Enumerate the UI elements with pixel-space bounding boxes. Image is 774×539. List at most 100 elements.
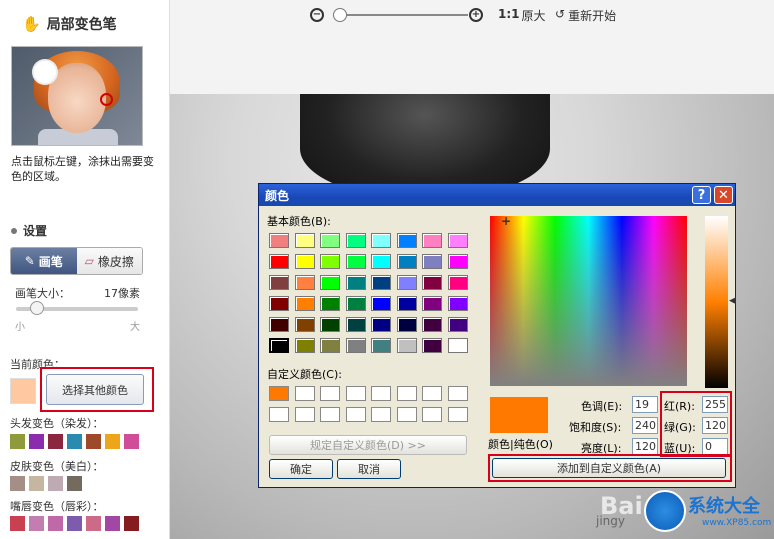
- basic-color-swatch[interactable]: [345, 275, 366, 290]
- zoom-out-icon[interactable]: −: [310, 8, 324, 22]
- zoom-slider[interactable]: [342, 14, 468, 16]
- basic-color-swatch[interactable]: [371, 338, 391, 353]
- basic-color-swatch[interactable]: [320, 317, 340, 332]
- basic-color-swatch[interactable]: [396, 233, 417, 248]
- zoom-knob[interactable]: [333, 8, 347, 22]
- tab-eraser[interactable]: ▱ 橡皮擦: [76, 248, 142, 274]
- lip-swatch[interactable]: [86, 516, 101, 531]
- custom-color-swatch[interactable]: [345, 386, 366, 401]
- basic-color-swatch[interactable]: [294, 296, 315, 311]
- tab-brush[interactable]: ✎ 画笔: [11, 248, 77, 274]
- custom-color-swatch[interactable]: [269, 386, 289, 401]
- hair-swatch[interactable]: [124, 434, 139, 449]
- basic-color-swatch[interactable]: [422, 254, 442, 269]
- ok-button[interactable]: 确定: [269, 459, 333, 479]
- hair-swatch[interactable]: [48, 434, 63, 449]
- basic-color-swatch[interactable]: [345, 254, 366, 269]
- basic-color-swatch[interactable]: [294, 275, 315, 290]
- luminance-slider[interactable]: [705, 216, 728, 388]
- color-spectrum[interactable]: [490, 216, 687, 386]
- custom-color-swatch[interactable]: [422, 407, 442, 422]
- define-custom-colors-button[interactable]: 规定自定义颜色(D) >>: [269, 435, 467, 455]
- cancel-button[interactable]: 取消: [337, 459, 401, 479]
- custom-color-swatch[interactable]: [294, 407, 315, 422]
- sat-input[interactable]: 240: [632, 417, 658, 434]
- basic-color-swatch[interactable]: [371, 275, 391, 290]
- lip-swatch[interactable]: [29, 516, 44, 531]
- custom-color-swatch[interactable]: [396, 386, 417, 401]
- hair-swatch[interactable]: [86, 434, 101, 449]
- custom-color-swatch[interactable]: [371, 386, 391, 401]
- hue-input[interactable]: 19: [632, 396, 658, 413]
- skin-swatch[interactable]: [29, 476, 44, 491]
- basic-color-swatch[interactable]: [320, 275, 340, 290]
- skin-swatch[interactable]: [48, 476, 63, 491]
- basic-color-swatch[interactable]: [447, 338, 468, 353]
- hair-swatch[interactable]: [29, 434, 44, 449]
- basic-color-swatch[interactable]: [371, 254, 391, 269]
- custom-color-swatch[interactable]: [371, 407, 391, 422]
- skin-swatch[interactable]: [67, 476, 82, 491]
- basic-color-swatch[interactable]: [447, 275, 468, 290]
- basic-color-swatch[interactable]: [396, 296, 417, 311]
- skin-swatch[interactable]: [10, 476, 25, 491]
- basic-color-swatch[interactable]: [422, 233, 442, 248]
- lip-swatch[interactable]: [124, 516, 139, 531]
- basic-color-swatch[interactable]: [447, 317, 468, 332]
- custom-color-swatch[interactable]: [320, 407, 340, 422]
- hair-swatch[interactable]: [105, 434, 120, 449]
- custom-color-swatch[interactable]: [294, 386, 315, 401]
- slider-knob[interactable]: [30, 301, 44, 315]
- basic-color-swatch[interactable]: [396, 338, 417, 353]
- custom-color-swatch[interactable]: [447, 407, 468, 422]
- brush-size-slider[interactable]: [16, 301, 138, 315]
- luminance-pointer-icon[interactable]: ◀: [729, 296, 736, 306]
- basic-color-swatch[interactable]: [422, 338, 442, 353]
- basic-color-swatch[interactable]: [447, 296, 468, 311]
- basic-color-swatch[interactable]: [396, 275, 417, 290]
- basic-color-swatch[interactable]: [269, 338, 289, 353]
- basic-color-swatch[interactable]: [269, 233, 289, 248]
- basic-color-swatch[interactable]: [422, 317, 442, 332]
- lum-input[interactable]: 120: [632, 438, 658, 455]
- basic-color-swatch[interactable]: [294, 338, 315, 353]
- zoom-in-icon[interactable]: +: [469, 8, 483, 22]
- basic-color-swatch[interactable]: [422, 296, 442, 311]
- custom-color-swatch[interactable]: [320, 386, 340, 401]
- custom-color-swatch[interactable]: [447, 386, 468, 401]
- custom-color-swatch[interactable]: [396, 407, 417, 422]
- basic-color-swatch[interactable]: [320, 296, 340, 311]
- basic-color-swatch[interactable]: [294, 317, 315, 332]
- lip-swatch[interactable]: [67, 516, 82, 531]
- basic-color-swatch[interactable]: [396, 317, 417, 332]
- basic-color-swatch[interactable]: [269, 254, 289, 269]
- basic-color-swatch[interactable]: [320, 338, 340, 353]
- original-size-button[interactable]: 1:1 原大: [498, 7, 546, 24]
- basic-color-swatch[interactable]: [371, 317, 391, 332]
- basic-color-swatch[interactable]: [320, 254, 340, 269]
- lip-swatch[interactable]: [48, 516, 63, 531]
- basic-color-swatch[interactable]: [294, 254, 315, 269]
- hair-swatch[interactable]: [10, 434, 25, 449]
- restart-button[interactable]: ↺ 重新开始: [555, 7, 616, 24]
- basic-color-swatch[interactable]: [422, 275, 442, 290]
- basic-color-swatch[interactable]: [269, 317, 289, 332]
- lip-swatch[interactable]: [105, 516, 120, 531]
- basic-color-swatch[interactable]: [396, 254, 417, 269]
- basic-color-swatch[interactable]: [447, 254, 468, 269]
- custom-color-swatch[interactable]: [422, 386, 442, 401]
- basic-color-swatch[interactable]: [345, 233, 366, 248]
- basic-color-swatch[interactable]: [294, 233, 315, 248]
- basic-color-swatch[interactable]: [345, 296, 366, 311]
- basic-color-swatch[interactable]: [447, 233, 468, 248]
- basic-color-swatch[interactable]: [269, 275, 289, 290]
- help-icon[interactable]: ?: [692, 186, 711, 204]
- basic-color-swatch[interactable]: [371, 233, 391, 248]
- close-icon[interactable]: ✕: [714, 186, 733, 204]
- basic-color-swatch[interactable]: [320, 233, 340, 248]
- basic-color-swatch[interactable]: [345, 317, 366, 332]
- custom-color-swatch[interactable]: [345, 407, 366, 422]
- lip-swatch[interactable]: [10, 516, 25, 531]
- basic-color-swatch[interactable]: [371, 296, 391, 311]
- basic-color-swatch[interactable]: [345, 338, 366, 353]
